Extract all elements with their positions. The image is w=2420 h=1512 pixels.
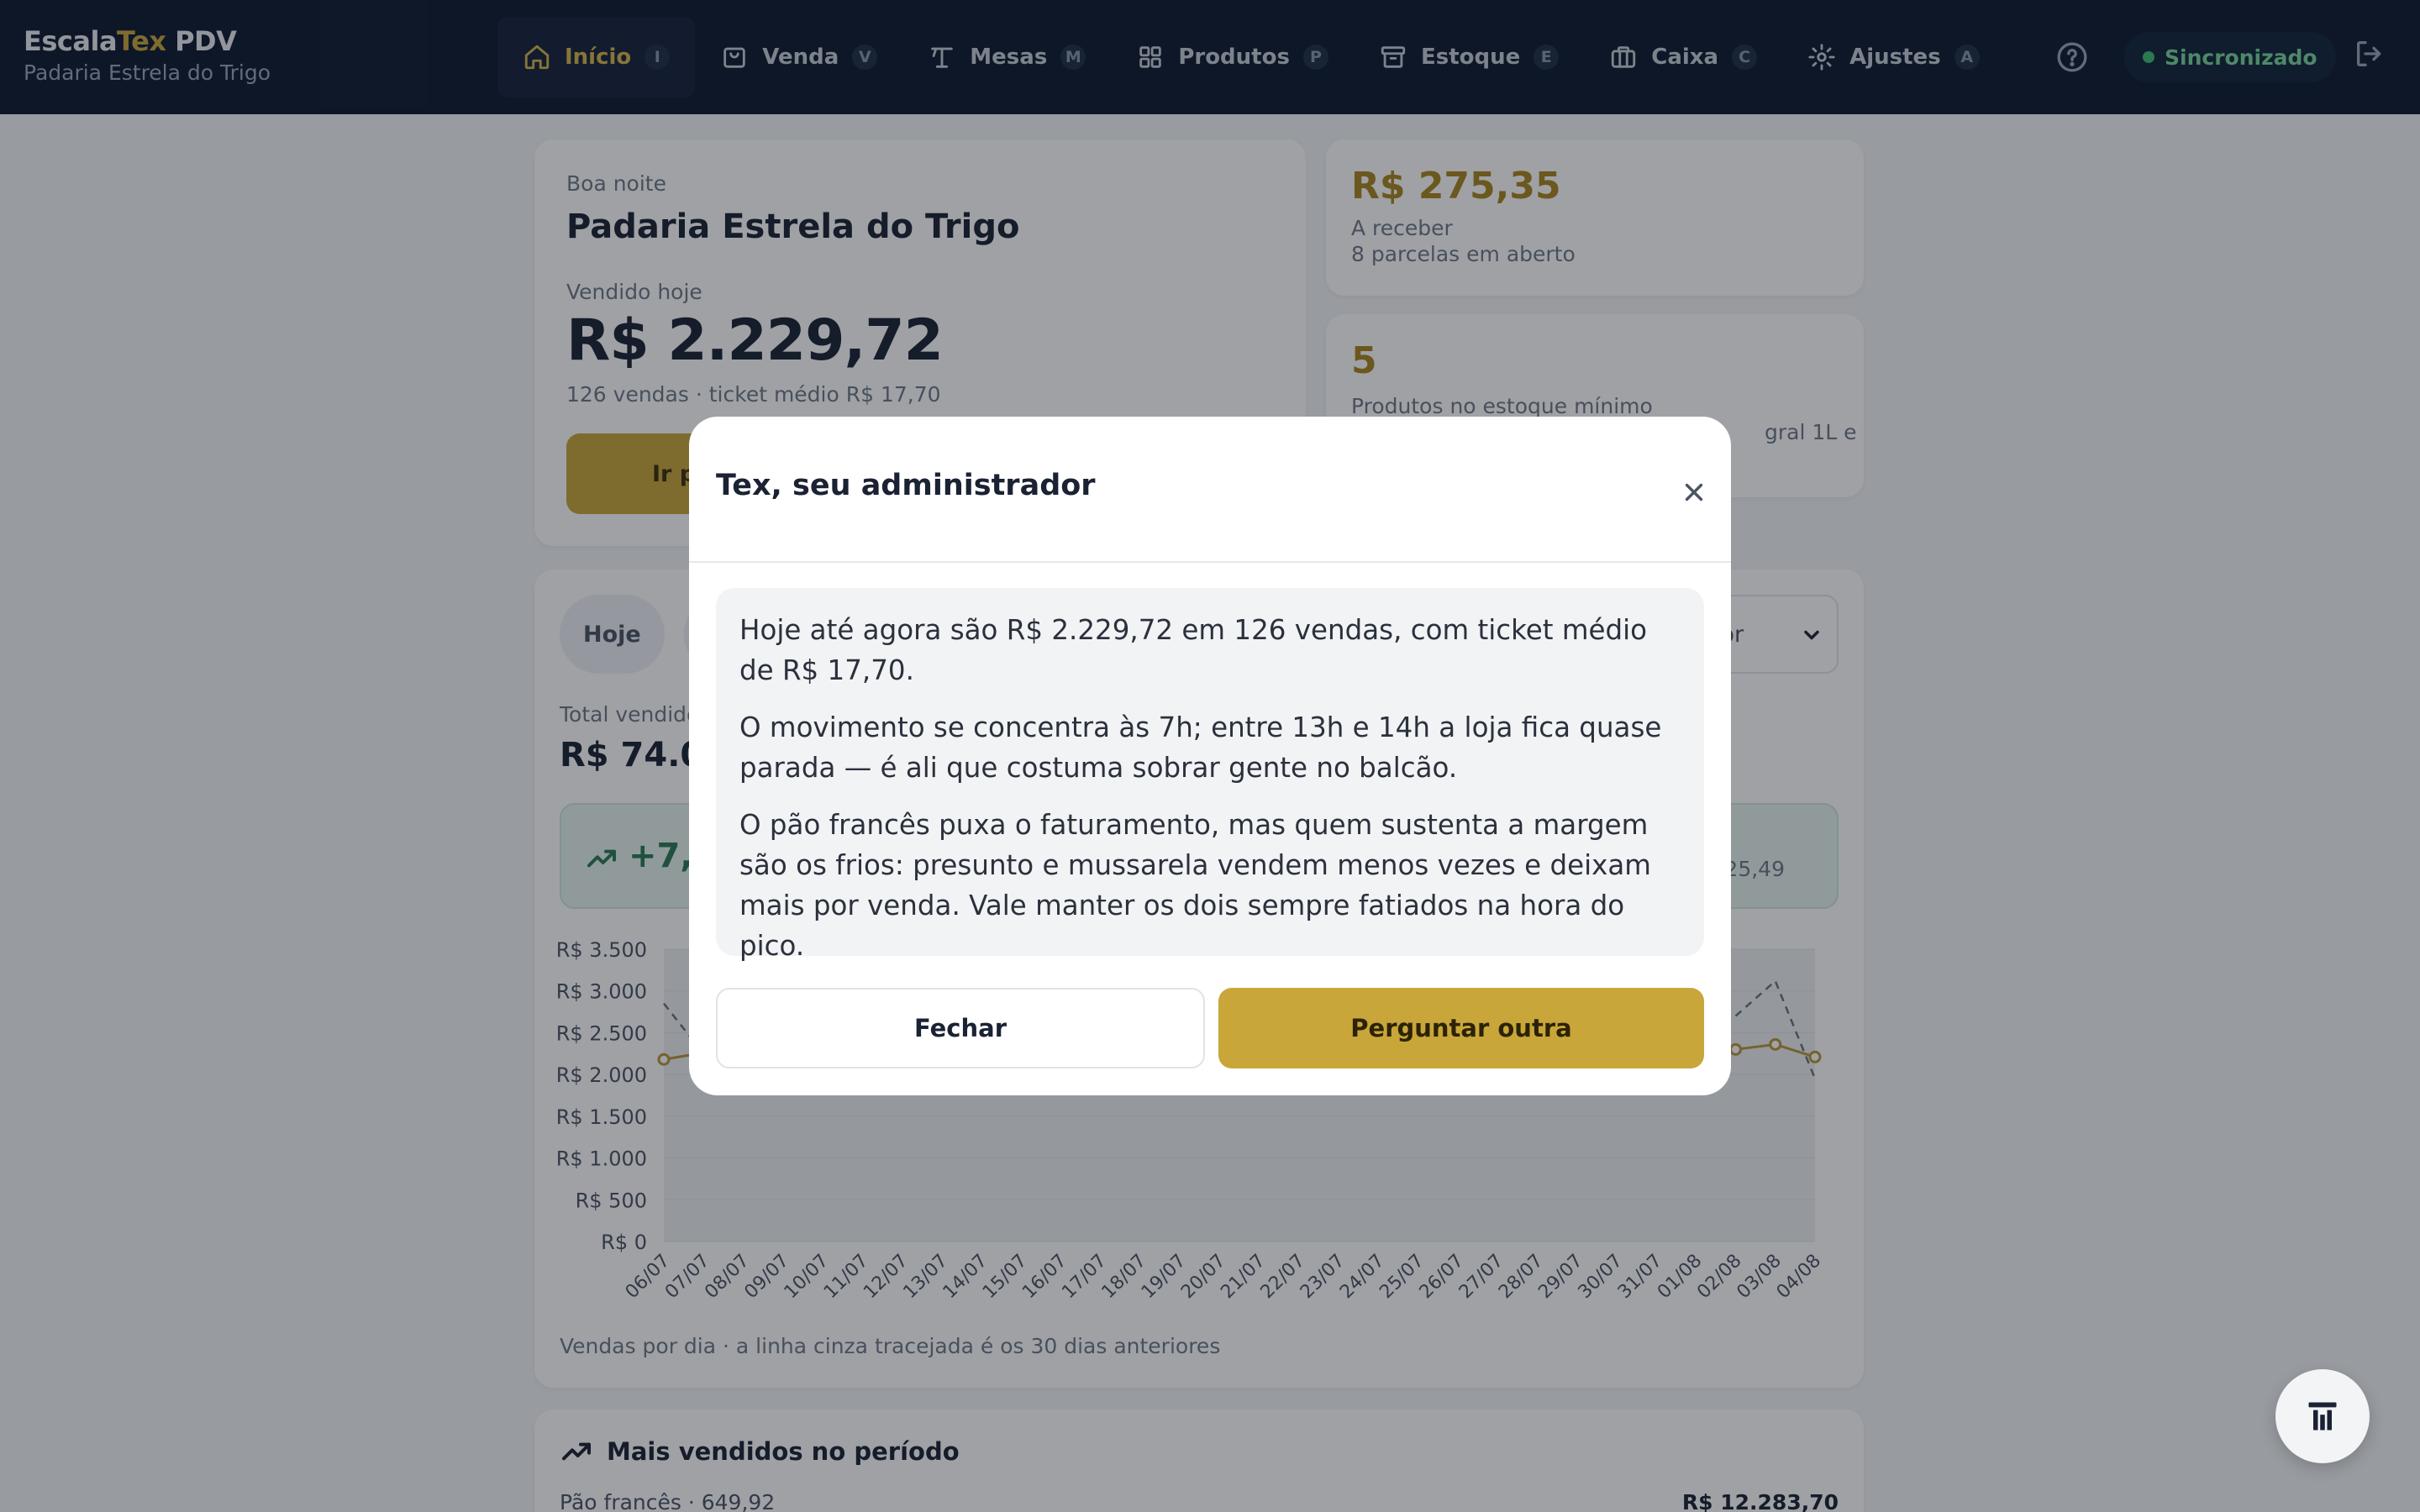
dialog-message: Hoje até agora são R$ 2.229,72 em 126 ve… xyxy=(716,588,1704,962)
message-paragraph: O movimento se concentra às 7h; entre 13… xyxy=(739,711,1662,784)
close-button[interactable]: Fechar xyxy=(716,988,1205,1068)
close-icon[interactable] xyxy=(1660,459,1728,526)
assistant-logo-icon xyxy=(2308,1402,2337,1431)
assistant-dialog: Tex, seu administrador Hoje até agora sã… xyxy=(689,417,1731,1095)
assistant-fab-button[interactable] xyxy=(2275,1369,2370,1463)
message-paragraph: Hoje até agora são R$ 2.229,72 em 126 ve… xyxy=(739,614,1648,686)
message-paragraph: O pão francês puxa o faturamento, mas qu… xyxy=(739,809,1651,962)
dialog-title: Tex, seu administrador xyxy=(716,469,1096,502)
ask-another-button[interactable]: Perguntar outra xyxy=(1218,988,1704,1068)
dialog-divider xyxy=(689,561,1731,563)
